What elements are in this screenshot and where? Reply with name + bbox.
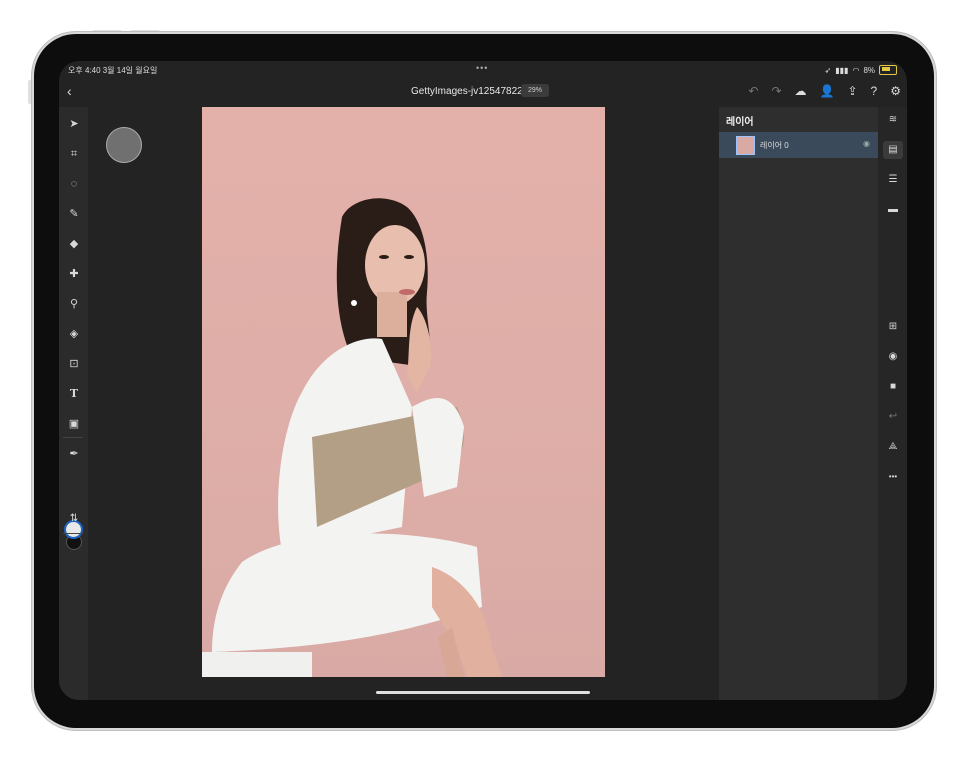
brush-tool-icon[interactable]: ✎ <box>64 205 84 223</box>
layers-stack-icon[interactable]: ≋ <box>883 111 903 129</box>
more-options-icon[interactable]: ••• <box>883 468 903 486</box>
select-tool-icon[interactable]: ➤ <box>64 115 84 133</box>
portrait-photo <box>202 198 502 677</box>
share-icon[interactable]: ⇪ <box>847 84 857 98</box>
adjustments-icon[interactable]: ☰ <box>883 171 903 189</box>
clone-tool-icon[interactable]: ⚲ <box>64 295 84 313</box>
power-button <box>28 80 32 104</box>
toolbar-actions: ↶ ↷ ☁ 👤 ⇪ ? ⚙ <box>748 84 901 98</box>
heal-tool-icon[interactable]: ✚ <box>64 265 84 283</box>
battery-icon <box>879 65 897 75</box>
settings-icon[interactable]: ⚙ <box>890 84 901 98</box>
right-toolbar: ≋ ▤ ☰ ▬ ⊞ ◉ ■ ↩ ⟁ ••• <box>878 107 907 700</box>
add-user-icon[interactable]: 👤 <box>820 84 835 98</box>
lasso-tool-icon[interactable]: ◌ <box>64 175 84 193</box>
image-tool-icon[interactable]: ▣ <box>64 415 84 433</box>
status-indicators: ➶ ▮▮▮ ◠ 8% <box>825 65 897 75</box>
multitask-dots[interactable]: ••• <box>476 63 488 73</box>
toolbar-divider <box>63 533 83 534</box>
location-icon: ➶ <box>824 65 832 75</box>
crop-tool-icon[interactable]: ⊡ <box>64 355 84 373</box>
cloud-icon[interactable]: ☁ <box>795 84 807 98</box>
document-title: GettyImages-jv12547822 <box>411 86 523 97</box>
layer-name: 레이어 0 <box>760 141 789 150</box>
comments-icon[interactable]: ▬ <box>883 201 903 219</box>
brush-size-preview <box>106 127 142 163</box>
transform-tool-icon[interactable]: ⌗ <box>64 145 84 163</box>
document-canvas[interactable] <box>202 107 605 677</box>
eraser-layer-icon[interactable]: ⟁ <box>883 438 903 456</box>
layer-row[interactable]: 레이어 0 ◉ <box>719 132 878 158</box>
layer-properties-icon[interactable]: ▤ <box>883 141 903 159</box>
signal-icon: ▮▮▮ <box>835 65 849 75</box>
app-screen: 오후 4:40 3월 14일 월요일 ••• ➶ ▮▮▮ ◠ 8% ‹ Gett… <box>59 61 907 700</box>
redo-icon[interactable]: ↷ <box>771 84 781 98</box>
eraser-tool-icon[interactable]: ◆ <box>64 235 84 253</box>
left-toolbar: ➤ ⌗ ◌ ✎ ◆ ✚ ⚲ ◈ ⊡ T ▣ ✒ ⇅ <box>59 107 88 700</box>
clip-layer-icon[interactable]: ↩ <box>883 408 903 426</box>
undo-icon[interactable]: ↶ <box>748 84 758 98</box>
fill-tool-icon[interactable]: ◈ <box>64 325 84 343</box>
top-toolbar: ‹ GettyImages-jv12547822 29% ↶ ↷ ☁ 👤 ⇪ ?… <box>59 78 907 107</box>
add-layer-icon[interactable]: ⊞ <box>883 318 903 336</box>
toolbar-divider <box>63 437 83 438</box>
layer-visibility-icon[interactable]: ◉ <box>863 139 870 148</box>
battery-percent: 8% <box>863 65 875 75</box>
eyedropper-tool-icon[interactable]: ✒ <box>64 445 84 463</box>
status-bar: 오후 4:40 3월 14일 월요일 ••• ➶ ▮▮▮ ◠ 8% <box>59 61 907 78</box>
help-icon[interactable]: ? <box>871 84 878 98</box>
mask-icon[interactable]: ■ <box>883 378 903 396</box>
zoom-level[interactable]: 29% <box>521 84 550 97</box>
status-time: 오후 4:40 3월 14일 월요일 <box>68 66 158 75</box>
visibility-icon[interactable]: ◉ <box>883 348 903 366</box>
back-icon[interactable]: ‹ <box>67 83 72 99</box>
home-indicator <box>376 691 590 694</box>
layers-panel: 레이어 레이어 0 ◉ <box>719 107 878 700</box>
swap-colors-icon[interactable]: ⇅ <box>64 510 84 528</box>
wifi-icon: ◠ <box>852 65 860 75</box>
type-tool-icon[interactable]: T <box>64 385 84 403</box>
layers-panel-title: 레이어 <box>726 117 754 128</box>
layer-thumbnail <box>736 136 755 155</box>
